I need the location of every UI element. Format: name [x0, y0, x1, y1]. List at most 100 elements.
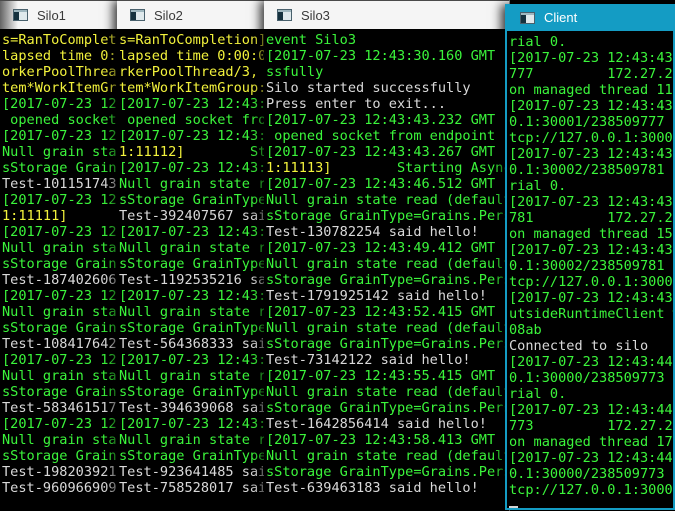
console-line: sStorage GrainType=: [119, 192, 264, 208]
console-line: 781 172.27.224.22: [509, 210, 673, 226]
console-line: tcp://127.0.0.1:30000: [509, 482, 673, 498]
window-client[interactable]: Client rial 0. [2017-07-23 12:43:43. 777 1…: [505, 4, 675, 510]
console-line: Silo started successfully: [266, 80, 471, 96]
console-line: Null grain state read (default: [266, 192, 509, 208]
console-line: Null grain sta: [2, 240, 117, 256]
console-line: tem*WorkItemGroup:N: [119, 80, 264, 96]
console-line: Test-639463183 said hello!: [266, 480, 479, 496]
console-line: 1:11113] Starting Async: [266, 160, 509, 176]
console-line: [2017-07-23 12: [2, 128, 117, 144]
console-line: [2017-07-23 12:43:30.160 GMT: [266, 48, 496, 64]
console-line: [2017-07-23 12:43:44.: [509, 450, 673, 466]
window-title: Silo3: [301, 7, 330, 23]
console-output[interactable]: s=RanToCompletion] lapsed time 0:00:02 rke…: [117, 29, 264, 511]
console-output[interactable]: event Silo3 [2017-07-23 12:43:30.160 GMT s…: [264, 29, 509, 511]
console-line: on managed thread 11: [509, 82, 673, 98]
console-line: Null grain state re: [119, 304, 264, 320]
console-output[interactable]: s=RanToCompleti lapsed time 0: orkerPoolTh…: [0, 29, 117, 511]
console-line: 0.1:30000/238509773: [509, 466, 665, 482]
console-line: rkerPoolThread/3, M: [119, 64, 264, 80]
console-line: Null grain sta: [2, 144, 117, 160]
console-line: Null grain sta: [2, 368, 117, 384]
window-silo3[interactable]: Silo3 event Silo3 [2017-07-23 12:43:30.16…: [264, 0, 510, 511]
console-line: Test-923641485 said: [119, 464, 264, 480]
console-line: [2017-07-23 12:43:43.: [509, 194, 673, 210]
console-line: [2017-07-23 12:43:55.415 GMT: [266, 368, 496, 384]
console-line: Test-130782254 said hello!: [266, 224, 479, 240]
console-line: [2017-07-23 12:43:58.413 GMT: [266, 432, 496, 448]
console-line: [2017-07-23 12:43:44.: [509, 402, 673, 418]
console-line: [2017-07-23 12: [2, 352, 117, 368]
console-line: [2017-07-23 12:43:44.: [509, 354, 673, 370]
console-line: tcp://127.0.0.1:30002: [509, 274, 673, 290]
console-line: [2017-07-23 12:43:43.: [509, 290, 673, 306]
console-line: Null grain state re: [119, 240, 264, 256]
console-line: sStorage GrainType=Grains.Pers: [266, 208, 509, 224]
console-line: ssfully: [266, 64, 324, 80]
console-line: 1:11111]: [2, 208, 68, 224]
console-line: [2017-07-23 12: [2, 224, 117, 240]
console-line: [2017-07-23 12:43:5: [119, 352, 264, 368]
console-line: Test-73142122 said hello!: [266, 352, 471, 368]
console-window-icon[interactable]: [13, 9, 28, 21]
console-line: sStorage GrainType=: [119, 256, 264, 272]
console-line: [2017-07-23 12:43:43.: [509, 146, 673, 162]
console-line: sStorage Grain: [2, 320, 117, 336]
console-line: opened socket from endpoint 1: [266, 128, 509, 144]
console-line: sStorage GrainType=: [119, 320, 264, 336]
console-line: Test-198203921: [2, 464, 117, 480]
console-line: sStorage GrainType=Grains.Pers: [266, 400, 509, 416]
console-line: 777 172.27.224.22: [509, 66, 673, 82]
console-output[interactable]: rial 0. [2017-07-23 12:43:43. 777 172.27.2…: [507, 31, 673, 508]
console-line: lapsed time 0:: [2, 48, 117, 64]
console-line: 0.1:30002/238509781: [509, 258, 665, 274]
console-line: 0.1:30001/238509777: [509, 114, 665, 130]
console-line: Null grain sta: [2, 432, 117, 448]
console-line: Null grain state read (default: [266, 256, 509, 272]
console-line: opened socket from: [119, 112, 264, 128]
window-silo1[interactable]: Silo1 s=RanToCompleti lapsed time 0: orker…: [0, 0, 118, 511]
console-line: Test-758528017 said: [119, 480, 264, 496]
console-window-icon[interactable]: [520, 11, 535, 24]
console-line: sStorage GrainType=Grains.Pers: [266, 272, 509, 288]
console-line: Test-583461517: [2, 400, 117, 416]
console-window-icon[interactable]: [277, 9, 292, 21]
console-line: rial 0.: [509, 34, 567, 50]
console-line: Press enter to exit...: [266, 96, 447, 112]
console-line: utsideRuntimeClient w: [509, 306, 673, 322]
console-line: sStorage Grain: [2, 256, 117, 272]
console-line: s=RanToCompletion]: [119, 32, 264, 48]
console-line: sStorage Grain: [2, 160, 117, 176]
titlebar-silo2[interactable]: Silo2: [117, 1, 264, 29]
console-line: [2017-07-23 12:43:4: [119, 128, 264, 144]
console-line: Null grain state read (default: [266, 384, 509, 400]
titlebar-silo1[interactable]: Silo1: [0, 1, 117, 29]
console-line: on managed thread 17: [509, 434, 673, 450]
console-line: Null grain state re: [119, 368, 264, 384]
console-line: rial 0.: [509, 386, 567, 402]
titlebar-client[interactable]: Client: [507, 4, 673, 31]
console-line: Test-108417642: [2, 336, 117, 352]
console-line: 1:11112] Sta: [119, 144, 264, 160]
console-line: [2017-07-23 12:43:4: [119, 160, 264, 176]
window-silo2[interactable]: Silo2 s=RanToCompletion] lapsed time 0:00…: [117, 0, 265, 511]
console-line: Null grain state read (default: [266, 448, 509, 464]
console-window-icon[interactable]: [130, 9, 145, 21]
console-line: sStorage GrainType=: [119, 384, 264, 400]
console-line: sStorage GrainType=: [119, 448, 264, 464]
console-line: on managed thread 15: [509, 226, 673, 242]
console-line: s=RanToCompleti: [2, 32, 117, 48]
console-line: [2017-07-23 12: [2, 96, 117, 112]
console-line: [2017-07-23 12: [2, 288, 117, 304]
console-line: sStorage Grain: [2, 448, 117, 464]
console-line: 08ab: [509, 322, 542, 338]
console-line: [2017-07-23 12:43:4: [119, 96, 264, 112]
console-line: opened socket: [2, 112, 117, 128]
console-line: Test-1192535216 sai: [119, 272, 264, 288]
console-line: Connected to silo: [509, 338, 649, 354]
console-line: Test-564368333 said: [119, 336, 264, 352]
console-line: Test-392407567 said: [119, 208, 264, 224]
console-line: event Silo3: [266, 32, 357, 48]
titlebar-silo3[interactable]: Silo3: [264, 1, 509, 29]
console-line: [2017-07-23 12:43:5: [119, 416, 264, 432]
